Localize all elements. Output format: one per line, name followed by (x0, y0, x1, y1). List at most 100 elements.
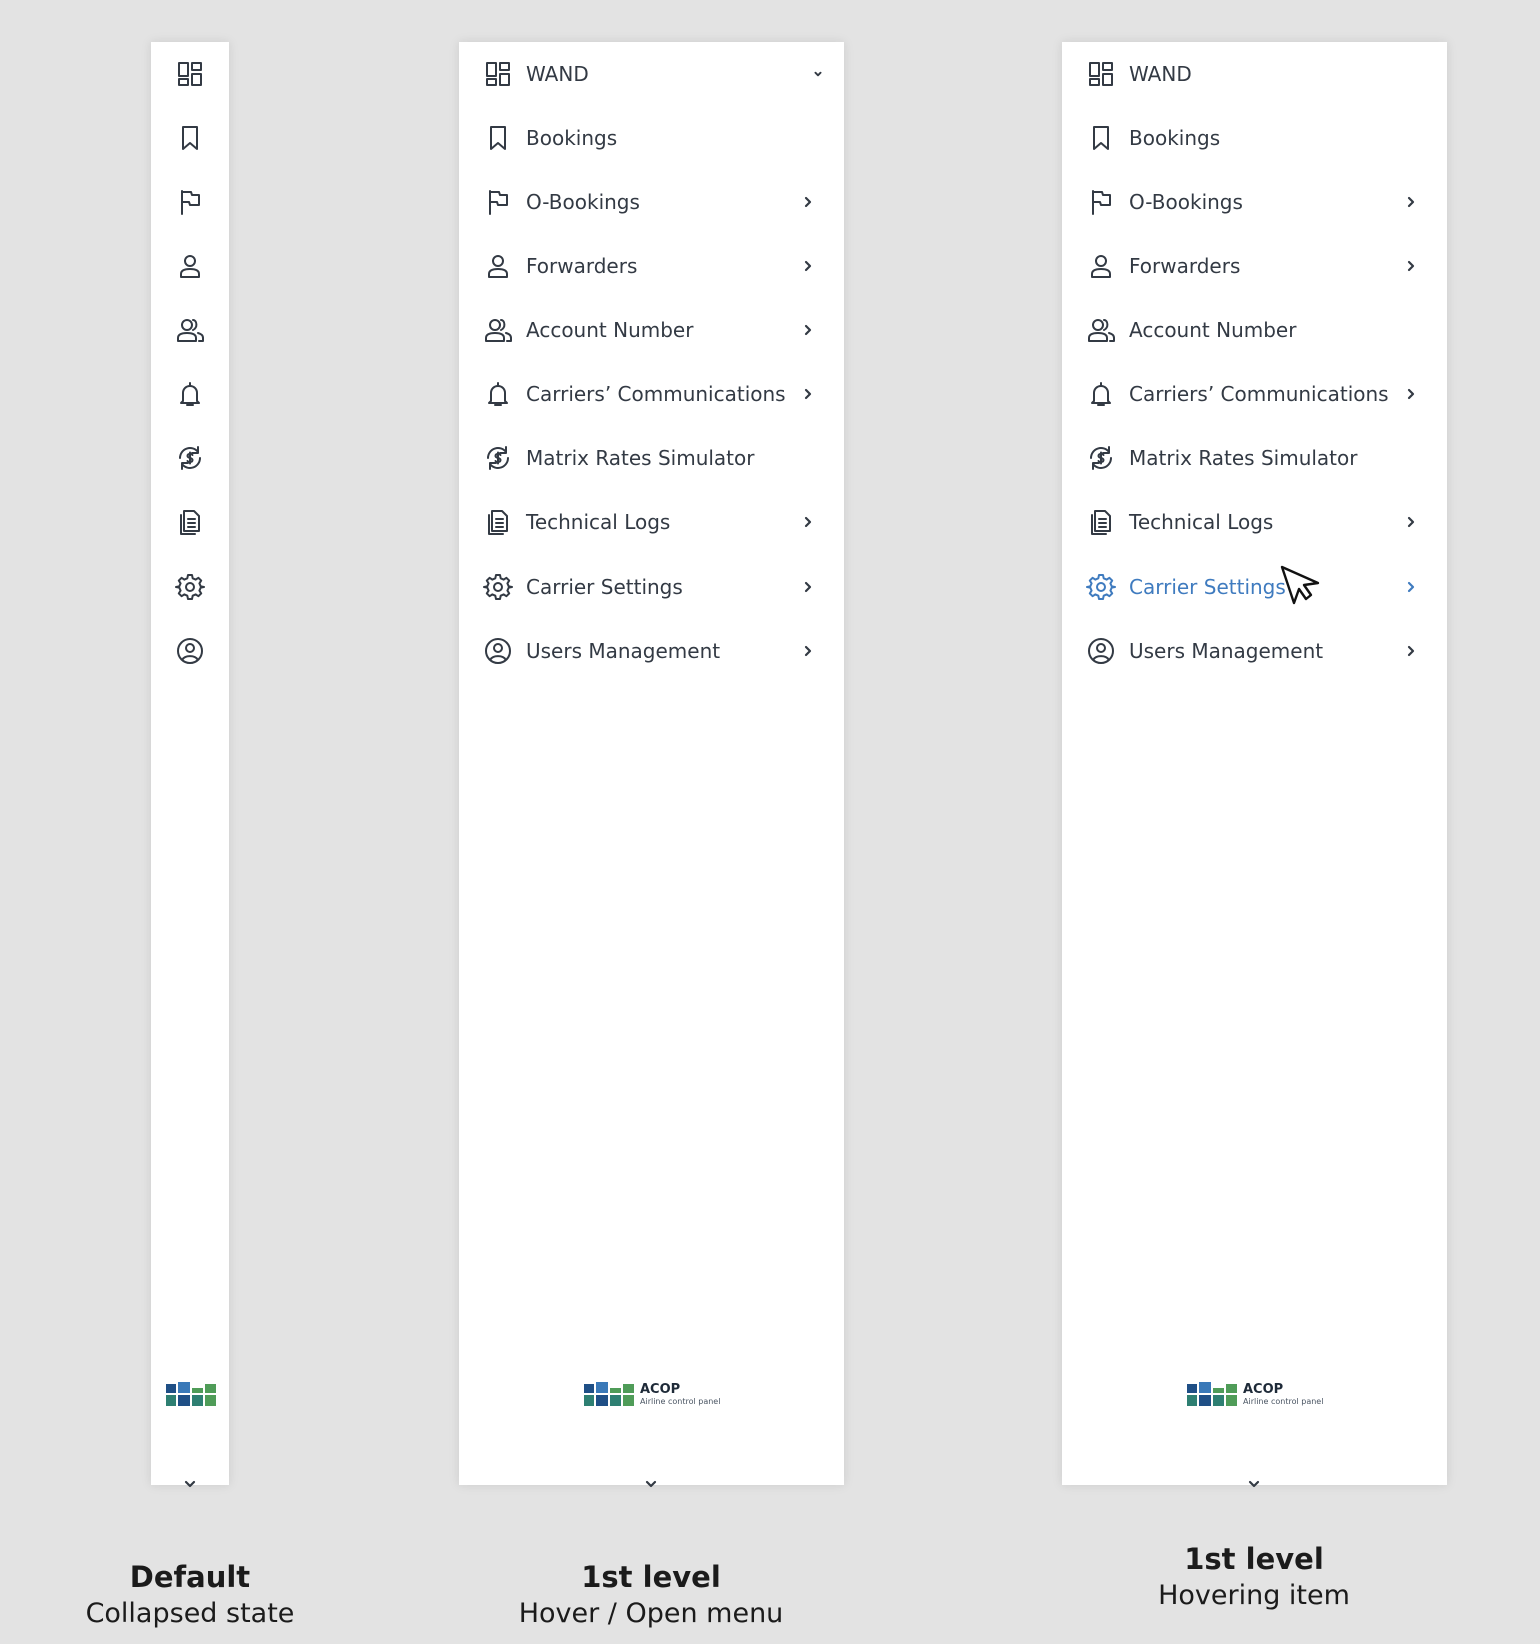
flag-icon (1085, 186, 1117, 218)
sidebar-item-users-management[interactable]: Users Management (1062, 626, 1447, 676)
account-circle-icon (174, 635, 206, 667)
sidebar-item-forwarders[interactable]: Forwarders (459, 241, 844, 291)
sidebar-item-bookings[interactable]: Bookings (459, 113, 844, 163)
expand-toggle-button[interactable] (181, 1475, 199, 1493)
bell-icon (482, 378, 514, 410)
flag-icon (174, 186, 206, 218)
sidebar-item-bookmark[interactable] (151, 113, 229, 163)
sidebar-item-label: Account Number (526, 318, 694, 342)
acop-logo: ACOP Airline control panel (584, 1382, 720, 1406)
sidebar-item-dashboard[interactable] (151, 49, 229, 99)
caption-open: 1st level Hover / Open menu (451, 1560, 851, 1629)
sidebar-item-account-circle[interactable] (151, 626, 229, 676)
chevron-right-icon[interactable] (800, 322, 816, 338)
sidebar-item-o-bookings[interactable]: O-Bookings (1062, 177, 1447, 227)
chevron-right-icon[interactable] (800, 579, 816, 595)
currency-sync-icon (1085, 442, 1117, 474)
caption-hover: 1st level Hovering item (1054, 1542, 1454, 1611)
account-circle-icon (1085, 635, 1117, 667)
sidebar-item-label: O-Bookings (526, 190, 640, 214)
caption-title: 1st level (581, 1560, 721, 1594)
chevron-right-icon[interactable] (800, 194, 816, 210)
people-icon (1085, 314, 1117, 346)
sidebar-item-bell[interactable] (151, 369, 229, 419)
sidebar-item-o-bookings[interactable]: O-Bookings (459, 177, 844, 227)
caption-title: 1st level (1184, 1542, 1324, 1576)
sidebar-item-bookings[interactable]: Bookings (1062, 113, 1447, 163)
sidebar-item-forwarders[interactable]: Forwarders (1062, 241, 1447, 291)
sidebar-item-label: Matrix Rates Simulator (526, 446, 755, 470)
chevron-right-icon[interactable] (800, 514, 816, 530)
flag-icon (482, 186, 514, 218)
sidebar-item-wand[interactable]: WAND (1062, 49, 1447, 99)
sidebar-item-label: Bookings (526, 126, 618, 150)
sidebar-item-label: WAND (1129, 62, 1192, 86)
chevron-right-icon[interactable] (800, 258, 816, 274)
account-circle-icon (482, 635, 514, 667)
acop-logo-mark (1187, 1382, 1237, 1406)
sidebar-item-account-number[interactable]: Account Number (459, 305, 844, 355)
logo-title: ACOP (1243, 1381, 1284, 1397)
caption-subtitle: Hover / Open menu (518, 1598, 784, 1629)
chevron-right-icon[interactable] (1403, 579, 1419, 595)
gear-icon (174, 571, 206, 603)
sidebar-item-label: Technical Logs (1129, 510, 1274, 534)
acop-logo: ACOP Airline control panel (1187, 1382, 1323, 1406)
sidebar-collapsed (151, 42, 229, 1488)
currency-sync-icon (174, 442, 206, 474)
collapse-toggle-button[interactable] (642, 1475, 660, 1493)
logo-subtitle: Airline control panel (640, 1396, 721, 1406)
chevron-right-icon[interactable] (1403, 514, 1419, 530)
sidebar-item-technical-logs[interactable]: Technical Logs (1062, 497, 1447, 547)
sidebar-item-carriers-communications[interactable]: Carriers’ Communications (459, 369, 844, 419)
people-icon (174, 314, 206, 346)
gear-icon (1085, 571, 1117, 603)
chevron-right-icon[interactable] (1403, 194, 1419, 210)
chevron-right-icon[interactable] (800, 386, 816, 402)
acop-logo-mark (584, 1382, 634, 1406)
sidebar-item-carriers-communications[interactable]: Carriers’ Communications (1062, 369, 1447, 419)
sidebar-item-matrix-rates-simulator[interactable]: Matrix Rates Simulator (459, 433, 844, 483)
document-icon (1085, 506, 1117, 538)
sidebar-item-wand[interactable]: WAND (459, 49, 844, 99)
chevron-down-icon[interactable] (810, 66, 826, 82)
sidebar-item-label: Forwarders (526, 254, 638, 278)
sidebar-open: WAND Bookings O-Bookings Forwarders Account … (459, 42, 844, 1488)
sidebar-item-carrier-settings[interactable]: Carrier Settings (1062, 562, 1447, 612)
chevron-right-icon[interactable] (1403, 258, 1419, 274)
sidebar-item-label: O-Bookings (1129, 190, 1243, 214)
chevron-right-icon[interactable] (1403, 643, 1419, 659)
sidebar-item-label: Matrix Rates Simulator (1129, 446, 1358, 470)
sidebar-item-person[interactable] (151, 241, 229, 291)
sidebar-item-currency-sync[interactable] (151, 433, 229, 483)
person-icon (1085, 250, 1117, 282)
sidebar-item-matrix-rates-simulator[interactable]: Matrix Rates Simulator (1062, 433, 1447, 483)
logo-subtitle: Airline control panel (1243, 1396, 1324, 1406)
sidebar-item-technical-logs[interactable]: Technical Logs (459, 497, 844, 547)
chevron-right-icon[interactable] (800, 643, 816, 659)
chevron-down-icon (184, 1480, 196, 1488)
bookmark-icon (174, 122, 206, 154)
sidebar-item-label: Users Management (1129, 639, 1324, 663)
chevron-right-icon[interactable] (1403, 386, 1419, 402)
document-icon (482, 506, 514, 538)
sidebar-item-label: Carriers’ Communications (526, 382, 786, 406)
sidebar-item-carrier-settings[interactable]: Carrier Settings (459, 562, 844, 612)
sidebar-item-gear[interactable] (151, 562, 229, 612)
acop-logo-mark (166, 1382, 216, 1406)
sidebar-item-people[interactable] (151, 305, 229, 355)
mouse-pointer-icon (1280, 565, 1320, 607)
dashboard-icon (1085, 58, 1117, 90)
dashboard-icon (482, 58, 514, 90)
collapse-toggle-button[interactable] (1245, 1475, 1263, 1493)
bell-icon (174, 378, 206, 410)
sidebar-item-users-management[interactable]: Users Management (459, 626, 844, 676)
sidebar-item-label: Bookings (1129, 126, 1221, 150)
person-icon (174, 250, 206, 282)
sidebar-item-label: Technical Logs (526, 510, 671, 534)
bookmark-icon (1085, 122, 1117, 154)
chevron-down-icon (1248, 1480, 1260, 1488)
sidebar-item-document[interactable] (151, 497, 229, 547)
sidebar-item-flag[interactable] (151, 177, 229, 227)
sidebar-item-account-number[interactable]: Account Number (1062, 305, 1447, 355)
